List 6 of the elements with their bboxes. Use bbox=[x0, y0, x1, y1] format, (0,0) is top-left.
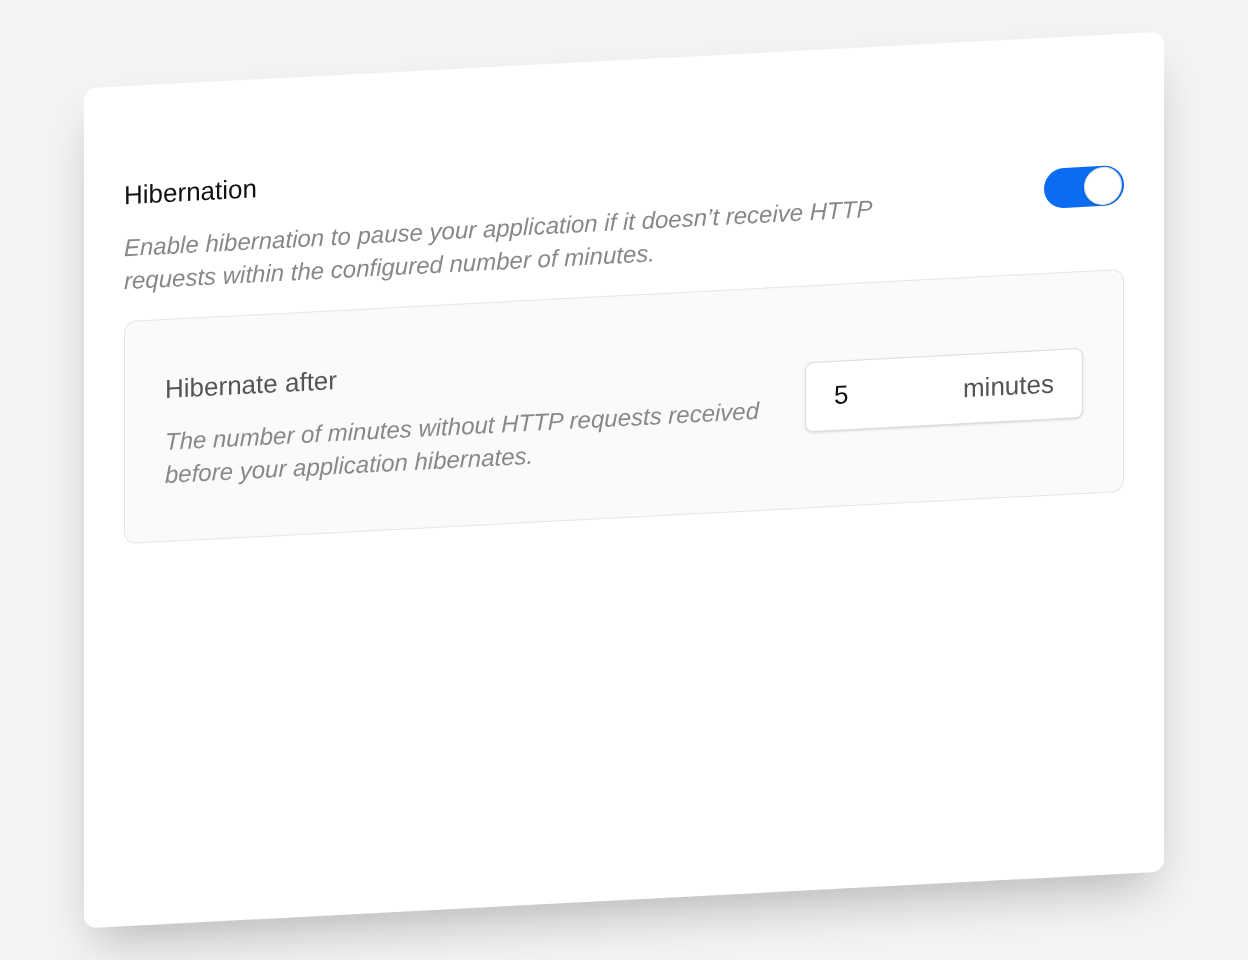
unit-label: minutes bbox=[962, 367, 1054, 406]
minutes-input[interactable]: 5 bbox=[834, 369, 954, 415]
minutes-field[interactable]: 5 minutes bbox=[805, 347, 1083, 432]
hibernation-toggle[interactable] bbox=[1044, 164, 1124, 209]
section-title: Hibernation bbox=[124, 172, 258, 213]
setting-title: Hibernate after bbox=[165, 364, 338, 407]
